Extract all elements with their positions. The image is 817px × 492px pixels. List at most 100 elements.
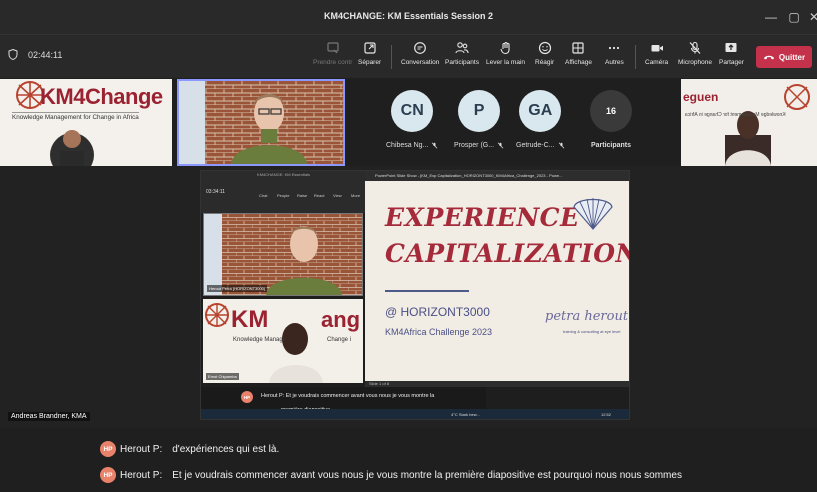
- camera-icon: [651, 45, 663, 52]
- close-button[interactable]: ✕: [803, 8, 817, 26]
- participant-avatar-p[interactable]: P Prosper (G...: [454, 90, 504, 149]
- svg-text:ang: ang: [321, 307, 360, 332]
- view-button[interactable]: Affichage: [565, 41, 592, 75]
- slide-signature: petra herout: [545, 309, 629, 324]
- caption-speaker: Herout P:: [120, 469, 163, 481]
- participants-button[interactable]: Participants: [445, 41, 479, 75]
- inner-caption-text: Et je voudrais commencer avant vous nous…: [285, 393, 435, 399]
- microphone-button[interactable]: Microphone: [678, 41, 712, 75]
- take-control-label: Prendre contr: [313, 59, 353, 66]
- caption-avatar: HP: [100, 467, 116, 483]
- logo-tagline: Knowledge Management for Change in Afric…: [12, 112, 139, 121]
- slide-organization: @ HORIZONT3000: [385, 305, 490, 319]
- inner-speaker-name: Herout Petra (HORIZONT3000): [207, 285, 268, 292]
- logo-brand-text: KM4Change: [40, 84, 163, 109]
- slide-event: KM4Africa Challenge 2023: [385, 327, 493, 337]
- meeting-timer: 02:44:11: [8, 49, 62, 60]
- caption-avatar: HP: [100, 441, 116, 457]
- grid-view-icon: [572, 42, 585, 54]
- people-icon: [455, 42, 469, 54]
- slide-signature-subtitle: training & consulting at eye level: [563, 329, 621, 334]
- mic-off-icon: [558, 142, 564, 149]
- avatar: CN: [391, 90, 434, 132]
- logo-tagline-mirrored: Knowledge Management for Change in Afric…: [685, 112, 786, 118]
- inner-taskbar: 4°C Stark bew... 12:52: [201, 409, 629, 419]
- inner-window-title: KM4CHANGE: KM Essentials: [257, 172, 310, 177]
- presenter-name: Andreas Brandner, KMA: [8, 412, 90, 421]
- inner-chat-label: Chat: [259, 193, 268, 198]
- inner-caption-badge: HP: [241, 391, 253, 403]
- toolbar-divider: [635, 45, 636, 69]
- participant-name: Getrude-C...: [516, 142, 565, 149]
- inner-logo-frame: KM ang Knowledge Manage Change i: [203, 299, 363, 383]
- powerpoint-title: PowerPoint Slide Show - [KM_Exp Capitali…: [365, 171, 629, 181]
- timer-text: 02:44:11: [28, 49, 63, 60]
- live-captions: HP Herout P: d'expériences qui est là. H…: [0, 428, 817, 492]
- share-button[interactable]: Partager: [719, 41, 744, 75]
- camera-button[interactable]: Caméra: [645, 41, 668, 75]
- raise-hand-icon: [499, 41, 510, 55]
- participants-label: Participants: [445, 59, 479, 66]
- more-label: Autres: [605, 59, 624, 66]
- pop-out-button[interactable]: Séparer: [358, 41, 381, 75]
- participant-name-text: Getrude-C...: [516, 142, 555, 149]
- shared-screen[interactable]: KM4CHANGE: KM Essentials 03:34:11 Chat P…: [200, 170, 630, 420]
- participants-overflow[interactable]: 16 Participants: [590, 90, 632, 149]
- inner-speaker-video: Herout Petra (HORIZONT3000): [203, 213, 363, 296]
- leave-label: Quitter: [778, 52, 806, 62]
- participant-tile-logo-right[interactable]: eguen Knowledge Management for Change in…: [681, 79, 817, 166]
- inner-meeting-toolbar: KM4CHANGE: KM Essentials 03:34:11 Chat P…: [201, 171, 366, 213]
- participant-name-text: Prosper (G...: [454, 142, 495, 149]
- inner-participant-name: Ernst Chipamba: [206, 373, 239, 380]
- participant-avatar-cn[interactable]: CN Chibesa Ng...: [386, 90, 438, 149]
- caption-line: HP Herout P: Et je voudrais commencer av…: [100, 467, 682, 483]
- share-label: Partager: [719, 59, 744, 66]
- inner-speaker-frame: [204, 214, 362, 295]
- take-control-button[interactable]: Prendre contr: [313, 41, 352, 75]
- mic-off-icon: [497, 142, 504, 149]
- speaker-video-frame: [179, 81, 343, 164]
- mic-off-icon: [689, 41, 701, 54]
- powerpoint-window[interactable]: PowerPoint Slide Show - [KM_Exp Capitali…: [365, 171, 630, 387]
- share-icon: [725, 43, 737, 52]
- participant-count-badge: 16: [590, 90, 632, 132]
- react-button[interactable]: Réagir: [535, 41, 554, 75]
- participant-name: Chibesa Ng...: [386, 142, 438, 149]
- slide-heading-line2: CAPITALIZATION: [385, 239, 630, 268]
- inner-people-label: People: [277, 193, 290, 198]
- chat-button[interactable]: Conversation: [401, 41, 439, 75]
- minimize-button[interactable]: —: [760, 8, 782, 26]
- svg-text:KM: KM: [231, 306, 268, 333]
- window-title: KM4CHANGE: KM Essentials Session 2: [323, 11, 494, 21]
- participant-avatar-ga[interactable]: GA Getrude-C...: [516, 90, 565, 149]
- inner-timer: 03:34:11: [206, 189, 226, 195]
- presentation-slide: EXPERIENCE CAPITALIZATION @ HORIZONT3000…: [365, 181, 630, 381]
- more-button[interactable]: Autres: [605, 41, 624, 75]
- pop-out-label: Séparer: [358, 59, 382, 66]
- chat-icon: [414, 42, 427, 54]
- hang-up-icon: [763, 55, 774, 60]
- avatar: GA: [519, 90, 562, 132]
- react-label: Réagir: [535, 59, 555, 66]
- caption-text: Et je voudrais commencer avant vous nous…: [172, 469, 682, 481]
- raise-hand-button[interactable]: Lever la main: [486, 41, 525, 75]
- svg-text:eguen: eguen: [683, 90, 718, 104]
- participants-label: Participants: [590, 142, 632, 149]
- maximize-button[interactable]: ▢: [783, 8, 805, 26]
- more-icon: [609, 46, 620, 50]
- slide-divider: [385, 290, 469, 292]
- svg-text:Knowledge Manage: Knowledge Manage: [233, 337, 287, 343]
- participant-video-speaker[interactable]: [177, 79, 345, 166]
- microphone-label: Microphone: [678, 59, 712, 66]
- mirrored-logo-video: eguen: [681, 79, 817, 166]
- caption-line: HP Herout P: d'expériences qui est là.: [100, 441, 279, 457]
- chat-label: Conversation: [401, 59, 440, 66]
- toolbar-divider: [391, 45, 392, 69]
- participant-tile-logo-left[interactable]: KM4Change Knowledge Management for Chang…: [0, 79, 172, 166]
- title-bar: KM4CHANGE: KM Essentials Session 2 — ▢ ✕: [0, 0, 817, 34]
- leave-button[interactable]: Quitter: [756, 46, 812, 68]
- shell-illustration: [573, 198, 613, 230]
- inner-logo-tile: KM ang Knowledge Manage Change i Ernst C…: [203, 299, 363, 383]
- participant-name-text: Chibesa Ng...: [386, 142, 429, 149]
- slide-counter: Slide 1 of 8: [369, 381, 390, 386]
